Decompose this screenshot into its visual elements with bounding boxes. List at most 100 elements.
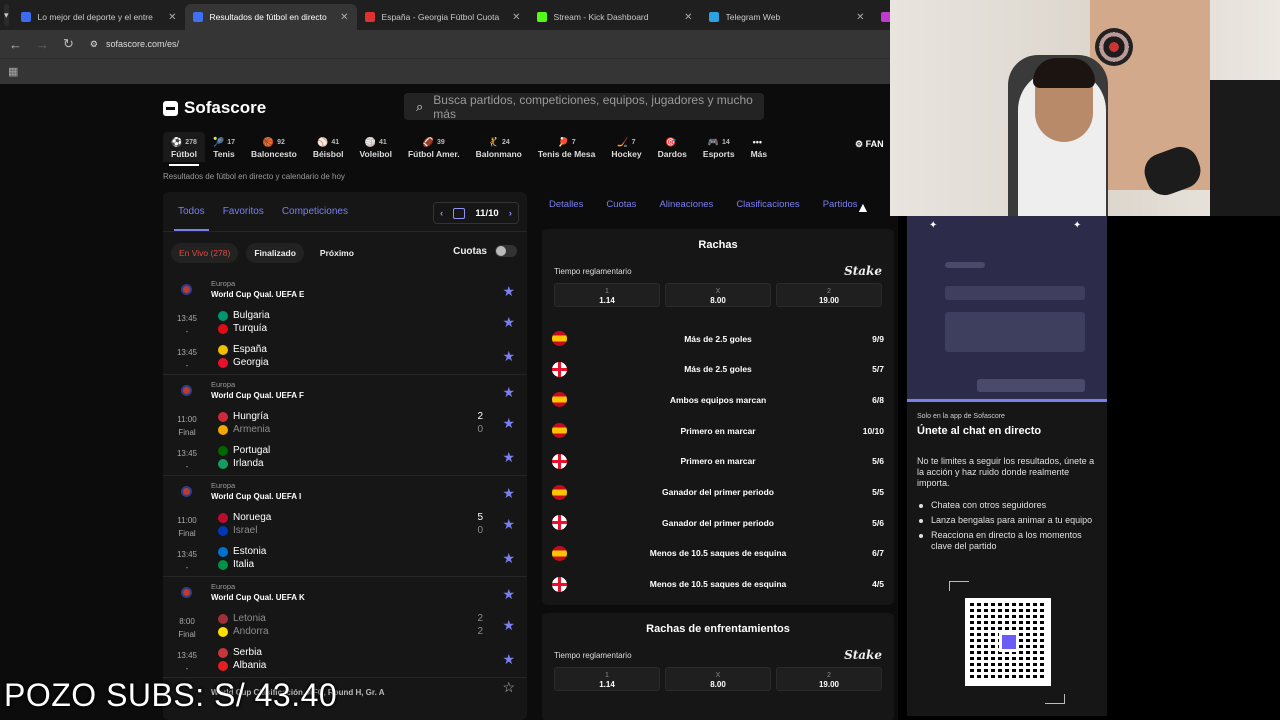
star-icon[interactable]: ★ — [502, 283, 515, 300]
match-row[interactable]: 11:00 Final Noruega Israel 5 0 ★ — [163, 508, 527, 542]
home-team: Portugal — [218, 445, 270, 458]
odds-toggle[interactable] — [495, 245, 517, 257]
browser-tab[interactable]: Telegram Web ✕ — [701, 4, 873, 30]
star-icon[interactable]: ★ — [502, 415, 515, 432]
streak-value: 9/9 — [872, 333, 884, 344]
url-field[interactable]: ⚙ sofascore.com/es/ — [90, 39, 179, 50]
star-icon[interactable]: ★ — [502, 651, 515, 668]
tab-competiciones[interactable]: Competiciones — [282, 206, 348, 217]
browser-tab[interactable]: Resultados de fútbol en directo ✕ — [184, 4, 357, 30]
sport-tab[interactable]: 🎯 Dardos — [650, 132, 695, 162]
odd-home[interactable]: 1 1.14 — [554, 667, 660, 691]
filter-next[interactable]: Próximo — [312, 243, 362, 263]
competition-group: Europa World Cup Qual. UEFA I ★ 11:00 Final N… — [163, 476, 527, 577]
match-row[interactable]: 13:45 - España Georgia ★ — [163, 340, 527, 374]
star-icon[interactable]: ★ — [502, 550, 515, 567]
chevron-left-icon[interactable]: ‹ — [440, 208, 443, 219]
odd-away[interactable]: 2 19.00 — [776, 283, 882, 307]
odd-away[interactable]: 2 19.00 — [776, 667, 882, 691]
tab-favicon-icon — [364, 12, 375, 22]
match-row[interactable]: 11:00 Final Hungría Armenia 2 0 ★ — [163, 407, 527, 441]
sport-tab[interactable]: 🏈 39 Fútbol Amer. — [400, 132, 468, 162]
star-icon[interactable]: ★ — [502, 314, 515, 331]
competition-header[interactable]: Europa World Cup Qual. UEFA I ★ — [163, 476, 527, 508]
fan-button[interactable]: ⚙ FAN — [855, 139, 884, 150]
sport-label: Hockey — [611, 149, 642, 159]
browser-tab[interactable]: Stream - Kick Dashboard ✕ — [529, 4, 701, 30]
sport-tab[interactable]: 🏀 92 Baloncesto — [243, 132, 305, 162]
tab-partidos[interactable]: Partidos — [823, 199, 858, 210]
star-icon[interactable]: ★ — [502, 449, 515, 466]
streamer-webcam — [890, 0, 1280, 216]
close-icon[interactable]: ✕ — [684, 12, 692, 23]
spain-flag-icon — [552, 545, 567, 561]
match-teams: Bulgaria Turquía — [218, 310, 270, 335]
sport-icon: 🏐 — [364, 136, 376, 147]
sport-tab[interactable]: ⚽ 278 Fútbol — [163, 132, 205, 166]
star-icon[interactable]: ★ — [502, 384, 515, 401]
away-team: Turquía — [218, 323, 270, 336]
date-picker[interactable]: ‹ 11/10 › — [433, 202, 519, 224]
tab-todos[interactable]: Todos — [174, 206, 209, 231]
tab-cuotas[interactable]: Cuotas — [606, 199, 636, 210]
match-status: - — [185, 563, 189, 572]
close-icon[interactable]: ✕ — [340, 12, 348, 23]
back-icon[interactable]: ← — [9, 37, 22, 52]
sport-tab[interactable]: 🤾 24 Balonmano — [468, 132, 530, 162]
reload-icon[interactable]: ↻ — [63, 36, 74, 52]
odd-draw[interactable]: X 8.00 — [665, 283, 771, 307]
tab-title: Stream - Kick Dashboard — [553, 12, 649, 22]
site-info-icon[interactable]: ⚙ — [90, 39, 98, 50]
forward-icon[interactable]: → — [36, 37, 49, 52]
sport-count: 39 — [436, 138, 445, 146]
sport-tab[interactable]: 🏓 7 Tenis de Mesa — [530, 132, 603, 162]
sport-tab[interactable]: ••• Más — [743, 132, 776, 162]
filter-finished[interactable]: Finalizado — [246, 243, 304, 263]
close-icon[interactable]: ✕ — [856, 12, 864, 23]
search-input[interactable]: ⌕ Busca partidos, competiciones, equipos,… — [404, 93, 764, 121]
sofascore-logo[interactable]: Sofascore — [163, 98, 266, 118]
apps-grid-icon[interactable]: ▦ — [8, 65, 18, 78]
filter-live[interactable]: En Vivo (278) — [171, 243, 239, 263]
browser-tab[interactable]: Lo mejor del deporte y el entre ✕ — [13, 4, 185, 30]
star-icon[interactable]: ★ — [502, 516, 515, 533]
tab-detalles[interactable]: Detalles — [549, 199, 583, 210]
chevron-right-icon[interactable]: › — [509, 208, 512, 219]
competition-header[interactable]: Europa World Cup Qual. UEFA F ★ — [163, 375, 527, 407]
sport-tab[interactable]: 🎾 17 Tenis — [205, 132, 243, 162]
match-row[interactable]: 13:45 - Serbia Albania ★ — [163, 643, 527, 677]
stake-logo[interactable]: Stake — [844, 264, 882, 278]
tab-favoritos[interactable]: Favoritos — [223, 206, 264, 217]
star-icon[interactable]: ☆ — [502, 679, 515, 696]
star-icon[interactable]: ★ — [502, 586, 515, 603]
match-row[interactable]: 13:45 - Portugal Irlanda ★ — [163, 441, 527, 475]
browser-tab[interactable]: España - Georgia Fútbol Cuota ✕ — [357, 4, 529, 30]
team-flag-icon — [218, 345, 228, 356]
star-icon[interactable]: ★ — [502, 485, 515, 502]
sport-tab[interactable]: 🎮 14 Esports — [695, 132, 743, 162]
sport-tab[interactable]: 🏐 41 Voleibol — [352, 132, 400, 162]
tab-alineaciones[interactable]: Alineaciones — [659, 199, 713, 210]
close-icon[interactable]: ✕ — [512, 12, 520, 23]
match-row[interactable]: 13:45 - Bulgaria Turquía ★ — [163, 306, 527, 340]
competition-header[interactable]: Europa World Cup Qual. UEFA E ★ — [163, 274, 527, 306]
team-name: Italia — [233, 558, 255, 570]
competition-header[interactable]: Europa World Cup Qual. UEFA K ★ — [163, 577, 527, 609]
match-row[interactable]: 13:45 - Estonia Italia ★ — [163, 542, 527, 576]
star-icon[interactable]: ★ — [502, 348, 515, 365]
sport-tab[interactable]: 🏒 7 Hockey — [603, 132, 649, 162]
match-score: 50 — [477, 512, 483, 537]
odd-draw[interactable]: X 8.00 — [665, 667, 771, 691]
away-team: Armenia — [218, 424, 270, 437]
stake-logo[interactable]: Stake — [844, 648, 882, 662]
tab-search-button[interactable]: ▾ — [4, 4, 9, 26]
match-row[interactable]: 8:00 Final Letonia Andorra 2 2 ★ — [163, 609, 527, 643]
tab-clasificaciones[interactable]: Clasificaciones — [736, 199, 799, 210]
close-icon[interactable]: ✕ — [168, 12, 176, 23]
odd-home[interactable]: 1 1.14 — [554, 283, 660, 307]
sport-tab[interactable]: ⚾ 41 Béisbol — [305, 132, 352, 162]
star-icon[interactable]: ★ — [502, 617, 515, 634]
sport-icon: 🎾 — [212, 136, 225, 147]
subs-pot-overlay: POZO SUBS: S/ 43.40 — [4, 677, 338, 713]
competition-group: Europa World Cup Qual. UEFA K ★ 8:00 Final Le… — [163, 577, 527, 678]
